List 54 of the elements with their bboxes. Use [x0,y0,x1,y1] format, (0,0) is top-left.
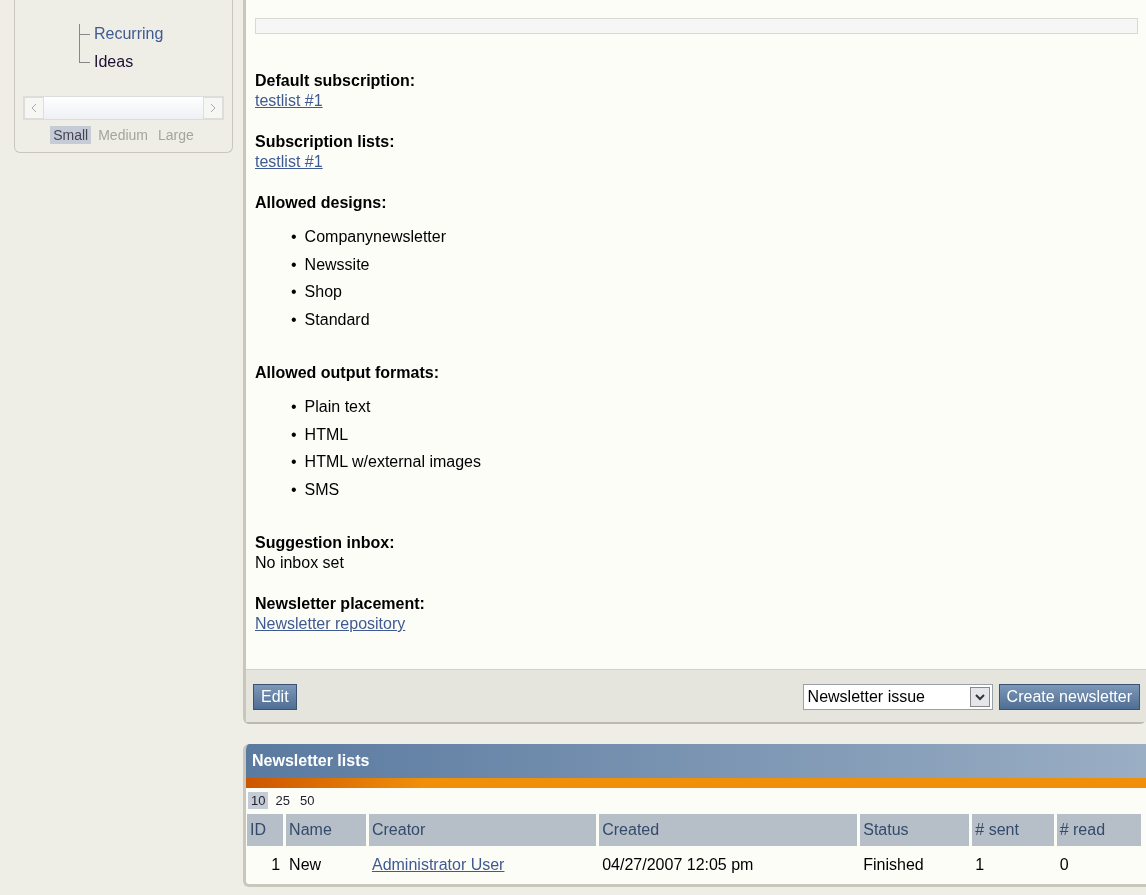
caret-icon [969,687,990,707]
section-heading: Newsletter placement: [255,594,426,614]
list-bullet: • [291,452,297,472]
table-cell-text: New [288,855,323,875]
column-header[interactable]: ID [247,814,284,846]
list-item: Newssite [304,254,370,275]
tree-item[interactable]: Ideas [80,52,224,72]
list-item: Standard [304,309,370,330]
column-header[interactable]: # sent [972,814,1054,846]
page-size-option[interactable]: 10 [248,792,269,809]
column-header[interactable]: # read [1056,814,1141,846]
table-cell-text: 1 [974,855,986,875]
create-newsletter-button[interactable]: Create newsletter [998,684,1140,710]
text-size-option[interactable]: Small [50,126,92,144]
list-item: Plain text [304,397,371,417]
table-cell-text: Finished [862,855,925,875]
table-cell-text: 04/27/2007 12:05 pm [601,855,755,875]
tree-item[interactable]: Recurring [80,24,224,44]
list-item: SMS [304,479,340,500]
section-value: No inbox set [255,553,345,573]
section-link[interactable]: testlist #1 [255,92,323,109]
list-bullet: • [291,227,297,247]
column-header[interactable]: Creator [368,814,597,846]
list-bullet: • [291,424,297,445]
list-item: HTML [304,424,349,445]
page-size-option[interactable]: 25 [272,792,293,809]
section-heading: Subscription lists: [255,132,396,152]
column-header[interactable]: Name [286,814,366,846]
section-heading: Suggestion inbox: [255,533,396,553]
list-bullet: • [291,479,297,500]
creator-link[interactable]: Administrator User [371,856,505,873]
scroll-left-icon[interactable] [24,97,44,119]
section-heading: Default subscription: [255,71,416,91]
column-header[interactable]: Created [599,814,858,846]
list-bullet: • [291,282,297,302]
section-heading: Allowed designs: [255,193,388,213]
page-size-option[interactable]: 50 [296,792,318,809]
section-heading: Allowed output formats: [255,363,440,383]
table-cell-text: 0 [1058,855,1070,875]
horizontal-scrollbar[interactable] [23,96,224,120]
panel-title: Newsletter lists [246,744,1146,788]
scroll-right-icon[interactable] [203,97,223,119]
list-bullet: • [291,309,297,330]
column-header[interactable]: Status [860,814,970,846]
section-link[interactable]: testlist #1 [255,153,323,170]
list-item: Companynewsletter [304,227,446,247]
list-bullet: • [291,397,297,417]
edit-button[interactable]: Edit [253,684,297,710]
list-bullet: • [291,254,297,275]
list-item: Shop [304,282,342,302]
table-cell-text: 1 [270,855,282,875]
list-item: HTML w/external images [304,452,481,472]
newsletter-type-dropdown[interactable]: Newsletter issue [802,684,993,710]
section-link[interactable]: Newsletter repository [255,615,406,632]
